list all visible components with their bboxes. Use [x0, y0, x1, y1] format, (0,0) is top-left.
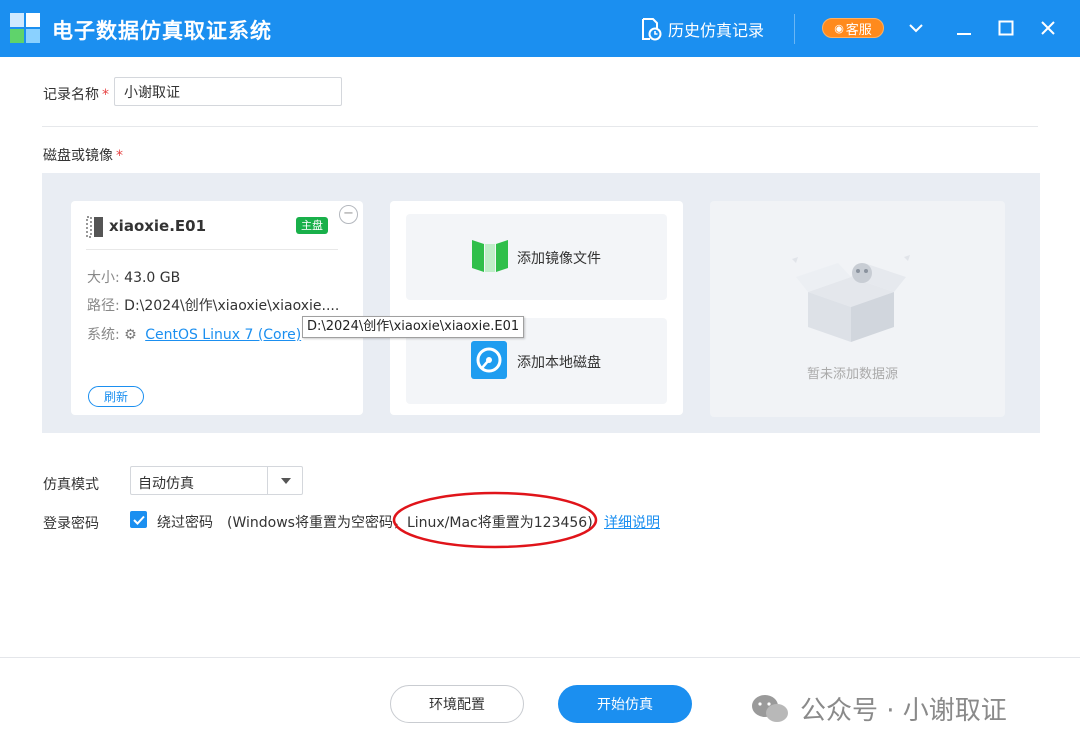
service-button[interactable]: ◉ 客服	[822, 18, 884, 38]
history-label: 历史仿真记录	[668, 21, 765, 40]
local-disk-icon	[471, 341, 507, 379]
history-button[interactable]: 历史仿真记录	[640, 16, 764, 42]
gear-icon: ⚙	[124, 327, 137, 343]
close-icon[interactable]	[1034, 14, 1062, 42]
record-name-label-text: 记录名称	[43, 87, 99, 103]
footer-divider	[0, 657, 1080, 658]
card-divider	[86, 249, 338, 250]
add-source-card: 添加镜像文件 添加本地磁盘	[390, 201, 683, 415]
disk-card: xiaoxie.E01 主盘 − 大小: 43.0 GB 路径: D:\2024…	[71, 201, 363, 415]
checkmark-icon	[132, 515, 145, 525]
sim-mode-label: 仿真模式	[43, 477, 99, 493]
image-file-icon	[472, 240, 508, 272]
watermark: 公众号 · 小谢取证	[750, 690, 1007, 727]
sim-mode-select[interactable]: 自动仿真	[130, 466, 303, 495]
maximize-icon[interactable]	[992, 14, 1020, 42]
path-label: 路径:	[87, 298, 120, 314]
wechat-icon	[752, 694, 788, 722]
add-image-file-label: 添加镜像文件	[517, 251, 601, 267]
empty-source-card: 暂未添加数据源	[710, 201, 1005, 417]
minimize-icon[interactable]	[950, 14, 978, 42]
chevron-down-icon[interactable]	[902, 14, 930, 42]
disk-label: 磁盘或镜像 *	[43, 145, 123, 165]
system-link[interactable]: CentOS Linux 7 (Core)	[145, 327, 301, 343]
app-logo	[10, 13, 40, 43]
size-row: 大小: 43.0 GB	[87, 267, 180, 287]
login-password-label: 登录密码	[43, 516, 99, 532]
record-name-input[interactable]	[114, 77, 342, 106]
divider	[42, 126, 1038, 127]
history-icon	[642, 18, 662, 41]
empty-box-icon	[792, 255, 910, 342]
add-image-file-button[interactable]: 添加镜像文件	[406, 214, 667, 300]
path-value[interactable]: D:\2024\创作\xiaoxie\xiaoxie....	[124, 298, 339, 314]
path-tooltip: D:\2024\创作\xiaoxie\xiaoxie.E01	[302, 316, 525, 338]
skip-password-checkbox[interactable]	[130, 511, 147, 528]
record-name-label: 记录名称 *	[43, 84, 109, 104]
disk-label-text: 磁盘或镜像	[43, 148, 113, 164]
dropdown-caret-icon[interactable]	[267, 467, 303, 494]
required-mark: *	[116, 148, 123, 164]
sim-mode-value: 自动仿真	[138, 476, 194, 492]
disk-image-icon	[86, 216, 103, 238]
disk-name: xiaoxie.E01	[109, 217, 207, 235]
add-local-disk-label: 添加本地磁盘	[517, 355, 601, 371]
detail-link[interactable]: 详细说明	[604, 512, 660, 532]
system-label: 系统:	[87, 327, 120, 343]
watermark-text: 公众号 · 小谢取证	[800, 696, 1007, 726]
empty-source-text: 暂未添加数据源	[807, 367, 899, 382]
headset-icon: ◉	[834, 21, 844, 35]
disk-area: xiaoxie.E01 主盘 − 大小: 43.0 GB 路径: D:\2024…	[42, 173, 1040, 433]
annotation-ellipse	[392, 491, 598, 549]
system-row: 系统: ⚙ CentOS Linux 7 (Core)	[87, 324, 301, 344]
service-label: 客服	[845, 22, 872, 38]
size-value: 43.0 GB	[124, 270, 181, 286]
required-mark: *	[102, 87, 109, 103]
title-bar: 电子数据仿真取证系统 历史仿真记录 ◉ 客服	[0, 0, 1080, 57]
skip-password-label: 绕过密码	[157, 515, 213, 531]
app-title: 电子数据仿真取证系统	[52, 19, 272, 43]
size-label: 大小:	[87, 270, 120, 286]
title-divider	[794, 14, 795, 44]
env-config-button[interactable]: 环境配置	[390, 685, 524, 723]
remove-disk-button[interactable]: −	[339, 205, 358, 224]
refresh-button[interactable]: 刷新	[88, 386, 144, 407]
start-simulation-button[interactable]: 开始仿真	[558, 685, 692, 723]
path-row: 路径: D:\2024\创作\xiaoxie\xiaoxie....	[87, 295, 339, 315]
main-disk-badge: 主盘	[296, 217, 328, 234]
